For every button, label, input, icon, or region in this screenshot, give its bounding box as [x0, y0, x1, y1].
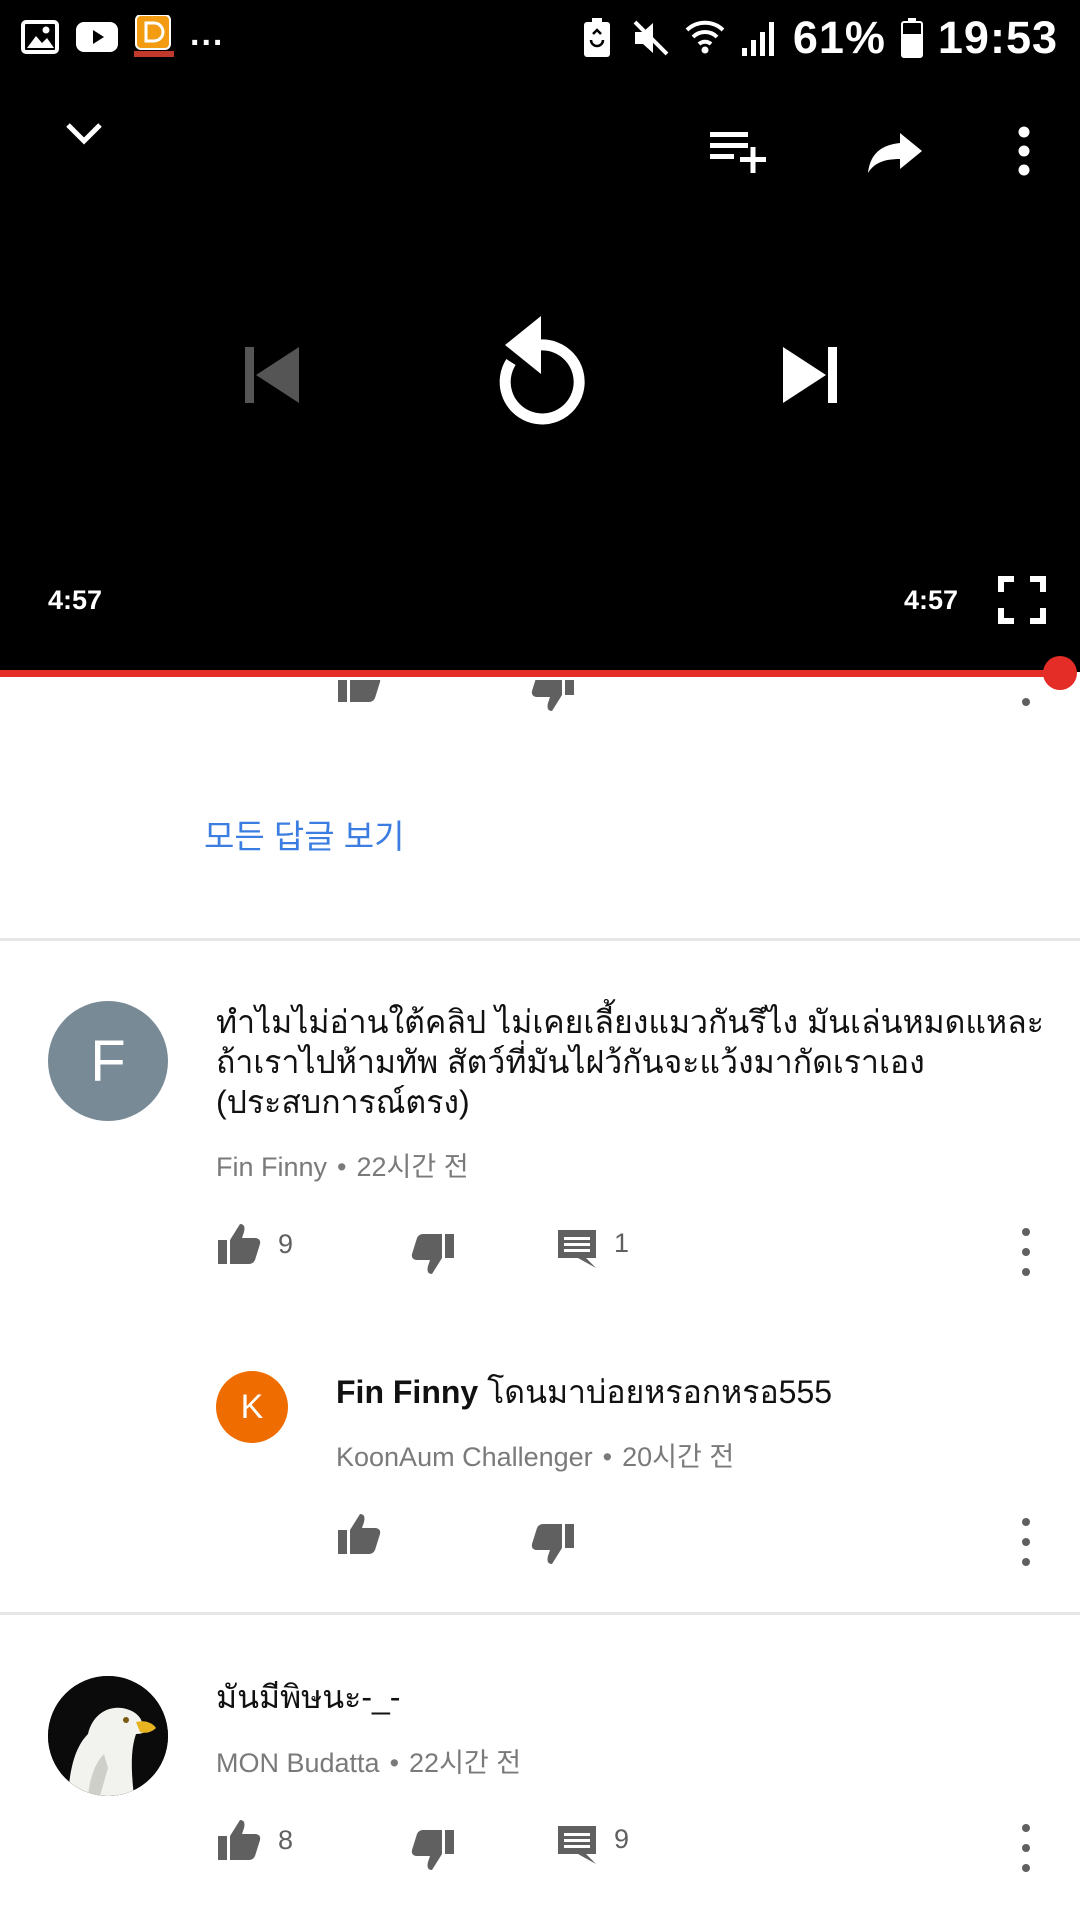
gallery-notification-icon — [20, 17, 60, 57]
mute-icon — [631, 18, 671, 58]
comment-text-line: ถ้าเราไปห้ามทัพ สัตว์ที่มันไฝว้กันจะแว้ง… — [216, 1044, 925, 1080]
reply-button[interactable]: 9 — [556, 1824, 629, 1866]
app-notification-icon — [134, 15, 174, 57]
more-notifications-indicator: ... — [190, 14, 225, 53]
previous-button[interactable] — [232, 336, 310, 414]
reply-button[interactable]: 1 — [556, 1228, 629, 1270]
reply-body: โดนมาบ่อยหรอกหรอ555 — [478, 1374, 833, 1410]
previous-thread-like-button[interactable] — [336, 680, 382, 704]
status-bar: ... 61% 19:53 — [0, 0, 1080, 76]
like-count: 8 — [278, 1824, 294, 1855]
more-vert-icon — [1018, 126, 1030, 176]
thumb-up-icon — [218, 1820, 261, 1860]
comment-text: ทำไมไม่อ่านใต้คลิป ไม่เคยเลี้ยงแมวกันรึไ… — [216, 1002, 1056, 1122]
thread-divider — [0, 938, 1080, 941]
thumb-down-icon — [411, 1234, 454, 1274]
reply-text: Fin Finny โดนมาบ่อยหรอกหรอ555 — [336, 1372, 832, 1412]
comment-text: มันมีพิษนะ-_- — [216, 1679, 401, 1715]
dislike-button[interactable] — [410, 1232, 456, 1276]
thumb-up-icon — [218, 1224, 261, 1264]
thumb-down-icon — [531, 680, 574, 711]
comment-text-line: ทำไมไม่อ่านใต้คลิป ไม่เคยเลี้ยงแมวกันรึไ… — [216, 1004, 1044, 1040]
skip-previous-icon — [245, 347, 299, 403]
avatar[interactable]: F — [48, 1001, 168, 1121]
comment-meta: Fin Finny • 22시간 전 — [216, 1152, 469, 1182]
comment-icon — [558, 1826, 596, 1864]
view-all-replies-link[interactable]: 모든 답글 보기 — [204, 810, 405, 858]
add-to-playlist-button[interactable] — [700, 120, 776, 180]
playlist-add-icon — [710, 132, 766, 173]
thumb-up-icon — [338, 1514, 381, 1554]
replay-button[interactable] — [478, 304, 602, 436]
like-count: 9 — [278, 1228, 294, 1259]
reply-mention[interactable]: Fin Finny — [336, 1374, 478, 1410]
replay-icon — [499, 316, 585, 425]
share-icon — [868, 133, 922, 173]
battery-icon — [900, 18, 924, 58]
progress-scrubber-handle[interactable] — [1043, 656, 1077, 690]
avatar[interactable] — [48, 1676, 168, 1796]
youtube-notification-icon — [76, 17, 118, 57]
comment-more-button[interactable] — [1016, 1824, 1036, 1872]
thumb-down-icon — [411, 1830, 454, 1870]
fullscreen-button[interactable] — [990, 572, 1054, 628]
signal-icon — [739, 18, 779, 58]
clock: 19:53 — [937, 12, 1058, 63]
battery-percent: 61% — [792, 12, 886, 63]
avatar-letter: K — [240, 1387, 264, 1426]
eagle-avatar-icon — [48, 1676, 168, 1796]
reply-like-button[interactable] — [336, 1512, 382, 1556]
current-time: 4:57 — [48, 585, 103, 615]
thumb-up-icon — [338, 680, 381, 702]
reply-avatar[interactable]: K — [216, 1371, 288, 1443]
reply-time: 20시간 전 — [622, 1442, 735, 1472]
thread-divider — [0, 1612, 1080, 1615]
avatar-letter: F — [90, 1028, 126, 1094]
comment-author[interactable]: MON Budatta — [216, 1748, 380, 1778]
more-options-button[interactable] — [1006, 122, 1042, 180]
like-button[interactable]: 8 — [216, 1818, 293, 1862]
share-button[interactable] — [860, 124, 930, 180]
comment-meta: MON Budatta • 22시간 전 — [216, 1748, 522, 1778]
comment-time: 22시간 전 — [409, 1748, 522, 1778]
comment-author[interactable]: Fin Finny — [216, 1152, 327, 1182]
progress-bar[interactable] — [0, 670, 1060, 677]
comment-text-line: (ประสบการณ์ตรง) — [216, 1084, 470, 1120]
thumb-down-icon — [531, 1524, 574, 1564]
like-button[interactable]: 9 — [216, 1222, 293, 1266]
reply-count: 9 — [614, 1823, 630, 1854]
next-button[interactable] — [772, 336, 850, 414]
video-duration: 4:57 — [904, 585, 959, 615]
fullscreen-icon — [998, 576, 1046, 624]
comment-icon — [558, 1230, 596, 1268]
reply-dislike-button[interactable] — [530, 1522, 576, 1566]
comment-time: 22시간 전 — [356, 1152, 469, 1182]
reply-meta: KoonAum Challenger • 20시간 전 — [336, 1442, 735, 1472]
minimize-button[interactable] — [54, 108, 114, 160]
reply-more-button[interactable] — [1016, 1518, 1036, 1566]
reply-count: 1 — [614, 1227, 630, 1258]
chevron-down-icon — [66, 123, 102, 145]
dislike-button[interactable] — [410, 1828, 456, 1872]
wifi-icon — [685, 18, 725, 58]
comment-more-button[interactable] — [1016, 1228, 1036, 1276]
previous-thread-dislike-button[interactable] — [530, 680, 576, 712]
video-player[interactable]: ... 61% 19:53 4:57 4:57 — [0, 0, 1080, 672]
skip-next-icon — [783, 347, 837, 403]
previous-thread-more-button[interactable] — [1016, 680, 1036, 706]
battery-saver-icon — [577, 18, 617, 58]
reply-author[interactable]: KoonAum Challenger — [336, 1442, 593, 1472]
